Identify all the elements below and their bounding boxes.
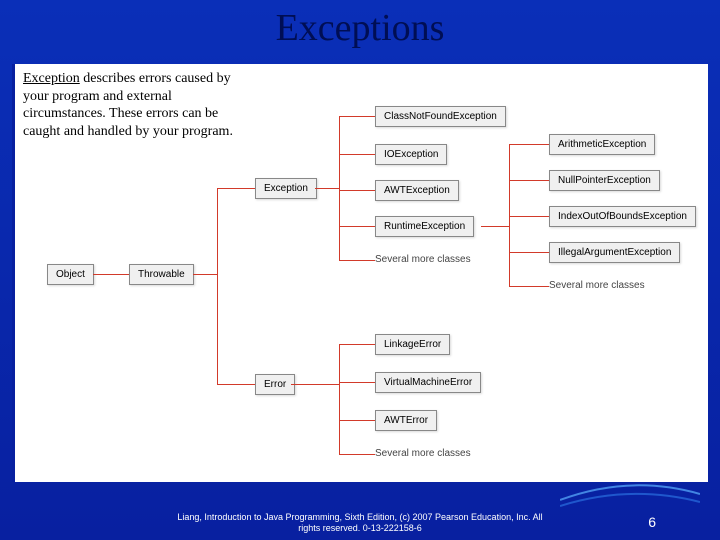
node-linkageerror: LinkageError: [375, 334, 450, 355]
decorative-swoosh: [560, 480, 700, 510]
text-more-exception: Several more classes: [375, 254, 471, 265]
page-number: 6: [648, 514, 656, 530]
footer-line-1: Liang, Introduction to Java Programming,…: [177, 512, 542, 522]
node-object: Object: [47, 264, 94, 285]
node-ioexception: IOException: [375, 144, 447, 165]
node-illegalargument: IllegalArgumentException: [549, 242, 680, 263]
footer-citation: Liang, Introduction to Java Programming,…: [0, 512, 720, 534]
node-exception: Exception: [255, 178, 317, 199]
description-lead: Exception: [23, 71, 80, 86]
node-arithmetic: ArithmeticException: [549, 134, 655, 155]
node-error: Error: [255, 374, 295, 395]
node-runtimeexception: RuntimeException: [375, 216, 474, 237]
text-more-runtime: Several more classes: [549, 280, 645, 291]
node-nullpointer: NullPointerException: [549, 170, 660, 191]
footer-line-2: rights reserved. 0-13-222158-6: [298, 523, 422, 533]
node-classnotfound: ClassNotFoundException: [375, 106, 506, 127]
description-text: Exception describes errors caused by you…: [23, 70, 243, 140]
text-more-error: Several more classes: [375, 448, 471, 459]
node-awterror: AWTError: [375, 410, 437, 431]
node-virtualmachineerror: VirtualMachineError: [375, 372, 481, 393]
node-awtexception: AWTException: [375, 180, 459, 201]
content-panel: Exception describes errors caused by you…: [12, 64, 708, 482]
slide-title: Exceptions: [0, 0, 720, 50]
node-indexoutofbounds: IndexOutOfBoundsException: [549, 206, 696, 227]
node-throwable: Throwable: [129, 264, 194, 285]
